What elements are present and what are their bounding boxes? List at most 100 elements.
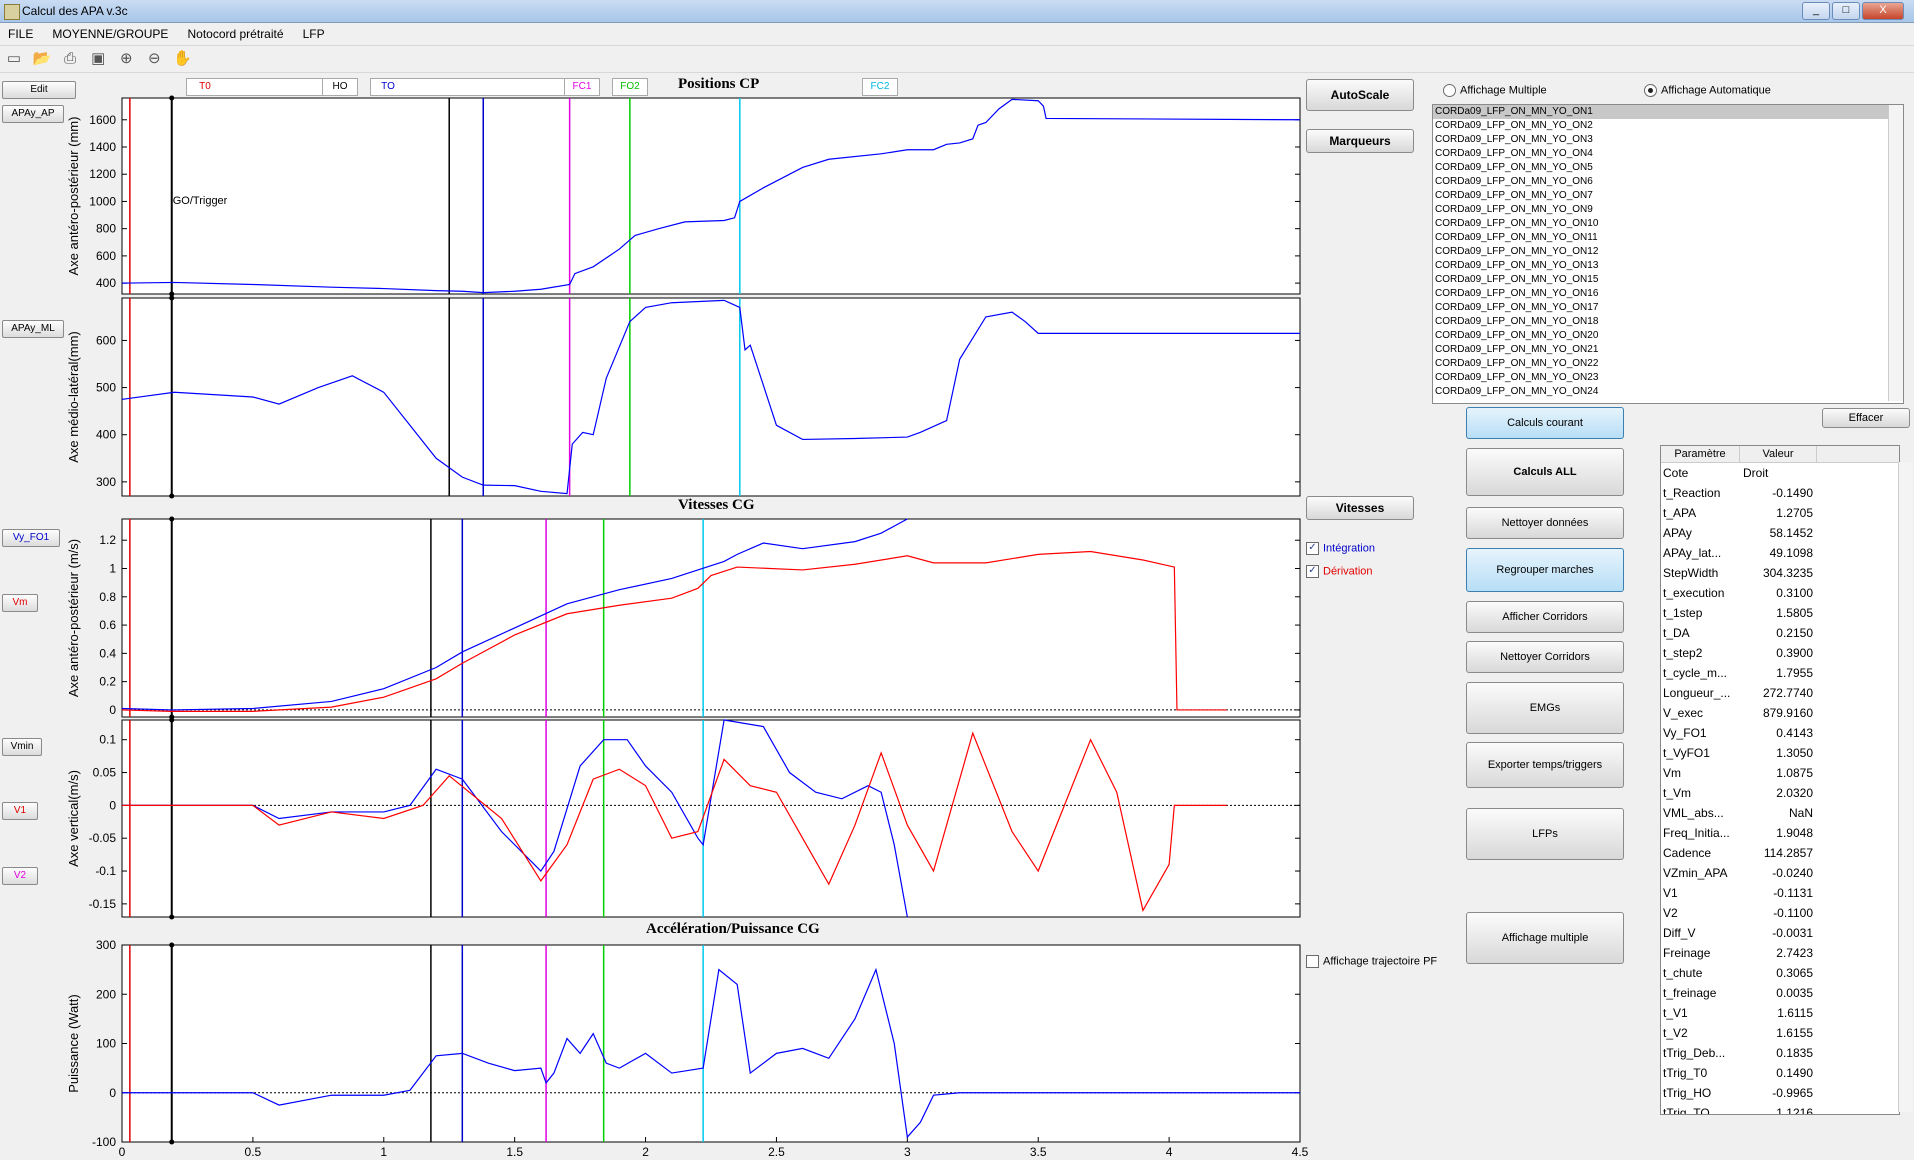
parameter-row[interactable]: t_V1 1.6115: [1661, 1003, 1899, 1023]
parameter-row[interactable]: t_VyFO1 1.3050: [1661, 743, 1899, 763]
parameter-row[interactable]: Vm 1.0875: [1661, 763, 1899, 783]
parameter-row[interactable]: t_APA 1.2705: [1661, 503, 1899, 523]
affichage-automatique-radio[interactable]: Affichage Automatique: [1644, 84, 1771, 97]
parameter-value: 49.1098: [1769, 546, 1813, 560]
y-axis-label: Axe vertical(m/s): [66, 770, 81, 867]
parameter-row[interactable]: VZmin_APA -0.0240: [1661, 863, 1899, 883]
x-tick-label: 0: [119, 1145, 126, 1159]
x-tick-label: 2.5: [768, 1145, 785, 1159]
parameter-value: 1.6155: [1776, 1026, 1813, 1040]
effacer-button[interactable]: Effacer: [1822, 408, 1910, 428]
parameter-row[interactable]: t_DA 0.2150: [1661, 623, 1899, 643]
action-button-10[interactable]: Affichage multiple: [1466, 912, 1624, 964]
file-list-item[interactable]: CORDa09_LFP_ON_MN_YO_ON23: [1433, 371, 1903, 385]
parameter-row[interactable]: t_execution 0.3100: [1661, 583, 1899, 603]
file-list-item[interactable]: CORDa09_LFP_ON_MN_YO_ON3: [1433, 133, 1903, 147]
y-tick-label: 600: [96, 249, 116, 263]
parameter-name: t_execution: [1663, 586, 1725, 600]
integration-checkbox[interactable]: ✓ Intégration: [1306, 542, 1375, 555]
file-list-item[interactable]: CORDa09_LFP_ON_MN_YO_ON24: [1433, 385, 1903, 399]
file-list-item[interactable]: CORDa09_LFP_ON_MN_YO_ON17: [1433, 301, 1903, 315]
parameter-row[interactable]: V2 -0.1100: [1661, 903, 1899, 923]
affichage-multiple-label: Affichage Multiple: [1460, 84, 1547, 97]
parameter-row[interactable]: Freinage 2.7423: [1661, 943, 1899, 963]
trajectoire-checkbox[interactable]: Affichage trajectoire PF: [1306, 955, 1437, 968]
action-button-2[interactable]: Calculs ALL: [1466, 448, 1624, 496]
parameter-row[interactable]: t_Reaction -0.1490: [1661, 483, 1899, 503]
parameter-row[interactable]: t_freinage 0.0035: [1661, 983, 1899, 1003]
file-list-item[interactable]: CORDa09_LFP_ON_MN_YO_ON2: [1433, 119, 1903, 133]
trigger-dot: [169, 942, 175, 948]
vitesses-button[interactable]: Vitesses: [1306, 496, 1414, 520]
parameter-row[interactable]: Cadence 114.2857: [1661, 843, 1899, 863]
parameter-row[interactable]: tTrig_HO -0.9965: [1661, 1083, 1899, 1103]
derivation-checkbox[interactable]: ✓ Dérivation: [1306, 565, 1373, 578]
file-list-item[interactable]: CORDa09_LFP_ON_MN_YO_ON6: [1433, 175, 1903, 189]
parameter-row[interactable]: t_Vm 2.0320: [1661, 783, 1899, 803]
y-tick-label: 1: [109, 562, 116, 576]
x-tick-label: 1: [380, 1145, 387, 1159]
parameter-row[interactable]: t_chute 0.3065: [1661, 963, 1899, 983]
action-button-6[interactable]: Nettoyer Corridors: [1466, 641, 1624, 673]
parameter-row[interactable]: Cote Droit: [1661, 463, 1899, 483]
parameter-row[interactable]: VML_abs... NaN: [1661, 803, 1899, 823]
y-axis-label: Axe médio-latéral(mm): [66, 331, 81, 462]
parameter-row[interactable]: t_step2 0.3900: [1661, 643, 1899, 663]
check-icon: ✓: [1306, 542, 1319, 555]
parameter-row[interactable]: V1 -0.1131: [1661, 883, 1899, 903]
file-list-item[interactable]: CORDa09_LFP_ON_MN_YO_ON1: [1433, 105, 1903, 119]
parameter-row[interactable]: StepWidth 304.3235: [1661, 563, 1899, 583]
file-list-item[interactable]: CORDa09_LFP_ON_MN_YO_ON15: [1433, 273, 1903, 287]
action-button-5[interactable]: Afficher Corridors: [1466, 601, 1624, 633]
parameter-row[interactable]: tTrig_Deb... 0.1835: [1661, 1043, 1899, 1063]
file-list-item[interactable]: CORDa09_LFP_ON_MN_YO_ON12: [1433, 245, 1903, 259]
parameter-name: t_cycle_m...: [1663, 666, 1728, 680]
parameter-name: V_exec: [1663, 706, 1704, 720]
parameter-name: t_1step: [1663, 606, 1703, 620]
file-list-item[interactable]: CORDa09_LFP_ON_MN_YO_ON9: [1433, 203, 1903, 217]
parameter-name: t_Reaction: [1663, 486, 1721, 500]
file-list-item[interactable]: CORDa09_LFP_ON_MN_YO_ON20: [1433, 329, 1903, 343]
file-list-item[interactable]: CORDa09_LFP_ON_MN_YO_ON5: [1433, 161, 1903, 175]
file-list-item[interactable]: CORDa09_LFP_ON_MN_YO_ON16: [1433, 287, 1903, 301]
y-tick-label: -0.05: [89, 831, 117, 845]
file-list-item[interactable]: CORDa09_LFP_ON_MN_YO_ON11: [1433, 231, 1903, 245]
action-button-1[interactable]: Calculs courant: [1466, 407, 1624, 439]
parameter-row[interactable]: APAy 58.1452: [1661, 523, 1899, 543]
file-list-item[interactable]: CORDa09_LFP_ON_MN_YO_ON10: [1433, 217, 1903, 231]
parameter-value: 0.3900: [1776, 646, 1813, 660]
parameter-row[interactable]: V_exec 879.9160: [1661, 703, 1899, 723]
file-list-item[interactable]: CORDa09_LFP_ON_MN_YO_ON21: [1433, 343, 1903, 357]
parameter-row[interactable]: tTrig_TO 1.1216: [1661, 1103, 1899, 1114]
action-button-9[interactable]: LFPs: [1466, 808, 1624, 860]
marqueurs-button[interactable]: Marqueurs: [1306, 129, 1414, 153]
file-list-item[interactable]: CORDa09_LFP_ON_MN_YO_ON13: [1433, 259, 1903, 273]
action-button-4[interactable]: Regrouper marches: [1466, 548, 1624, 592]
action-button-8[interactable]: Exporter temps/triggers: [1466, 742, 1624, 788]
radio-on-icon: [1644, 84, 1657, 97]
parameter-row[interactable]: Longueur_... 272.7740: [1661, 683, 1899, 703]
parameter-row[interactable]: APAy_lat... 49.1098: [1661, 543, 1899, 563]
file-list-item[interactable]: CORDa09_LFP_ON_MN_YO_ON7: [1433, 189, 1903, 203]
parameter-row[interactable]: t_cycle_m... 1.7955: [1661, 663, 1899, 683]
action-button-7[interactable]: EMGs: [1466, 682, 1624, 734]
parameter-row[interactable]: tTrig_T0 0.1490: [1661, 1063, 1899, 1083]
parameter-row[interactable]: Diff_V -0.0031: [1661, 923, 1899, 943]
parameter-row[interactable]: t_V2 1.6155: [1661, 1023, 1899, 1043]
parameter-value: -0.1131: [1773, 886, 1813, 900]
file-list-scrollbar[interactable]: [1888, 105, 1903, 401]
file-list-item[interactable]: CORDa09_LFP_ON_MN_YO_ON22: [1433, 357, 1903, 371]
affichage-multiple-radio[interactable]: Affichage Multiple: [1443, 84, 1547, 97]
file-list-item[interactable]: CORDa09_LFP_ON_MN_YO_ON18: [1433, 315, 1903, 329]
parameter-row[interactable]: Freq_Initia... 1.9048: [1661, 823, 1899, 843]
file-list[interactable]: CORDa09_LFP_ON_MN_YO_ON1 CORDa09_LFP_ON_M…: [1432, 104, 1904, 404]
file-list-item[interactable]: CORDa09_LFP_ON_MN_YO_ON4: [1433, 147, 1903, 161]
parameter-row[interactable]: Vy_FO1 0.4143: [1661, 723, 1899, 743]
autoscale-button[interactable]: AutoScale: [1306, 79, 1414, 111]
parameter-table[interactable]: Paramètre Valeur Cote Droit t_Reaction -0.1…: [1660, 445, 1900, 1115]
parameter-name: tTrig_T0: [1663, 1066, 1708, 1080]
parameter-row[interactable]: t_1step 1.5805: [1661, 603, 1899, 623]
y-tick-label: 100: [96, 1037, 116, 1051]
parameter-table-scrollbar[interactable]: [1898, 462, 1913, 1112]
action-button-3[interactable]: Nettoyer données: [1466, 507, 1624, 539]
